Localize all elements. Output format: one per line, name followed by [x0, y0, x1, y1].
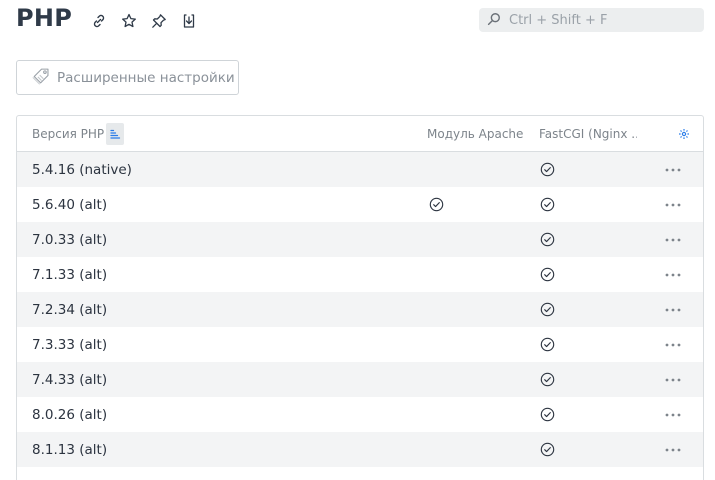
table-row[interactable]: 8.0.26 (alt)	[17, 397, 703, 432]
table-row[interactable]: 7.4.33 (alt)	[17, 362, 703, 397]
table-row[interactable]: 8.1.13 (alt)	[17, 432, 703, 467]
more-actions-icon[interactable]	[664, 432, 682, 467]
tag-icon	[31, 65, 53, 91]
search-icon	[487, 11, 501, 30]
more-actions-icon[interactable]	[664, 187, 682, 222]
table-row[interactable]: 5.4.16 (native)	[17, 152, 703, 187]
fastcgi-check-icon	[539, 362, 555, 397]
apache-check-icon	[428, 187, 444, 222]
more-actions-icon[interactable]	[664, 257, 682, 292]
pin-icon[interactable]	[148, 11, 170, 31]
table-row[interactable]: 7.0.33 (alt)	[17, 222, 703, 257]
column-header-version[interactable]: Версия PHP	[32, 116, 125, 152]
php-version: 7.2.34 (alt)	[32, 301, 108, 318]
search-input[interactable]	[509, 12, 699, 28]
table-row[interactable]: 7.3.33 (alt)	[17, 327, 703, 362]
php-versions-table: Версия PHP Модуль Apache FastCGI (Nginx …	[16, 115, 704, 480]
column-label-version: Версия PHP	[32, 127, 105, 141]
fastcgi-check-icon	[539, 397, 555, 432]
php-version: 7.3.33 (alt)	[32, 336, 108, 353]
more-actions-icon[interactable]	[664, 152, 682, 187]
php-version: 5.6.40 (alt)	[32, 196, 108, 213]
title-actions	[88, 11, 200, 31]
table-header: Версия PHP Модуль Apache FastCGI (Nginx …	[17, 116, 703, 152]
php-version: 7.0.33 (alt)	[32, 231, 108, 248]
sort-icon[interactable]	[106, 123, 125, 145]
php-version: 7.4.33 (alt)	[32, 371, 108, 388]
fastcgi-check-icon	[539, 432, 555, 467]
more-actions-icon[interactable]	[664, 327, 682, 362]
link-icon[interactable]	[88, 11, 110, 31]
table-row[interactable]: 7.2.34 (alt)	[17, 292, 703, 327]
table-row[interactable]: 5.6.40 (alt)	[17, 187, 703, 222]
column-header-apache[interactable]: Модуль Apache	[427, 116, 523, 152]
gear-icon[interactable]	[676, 116, 692, 152]
fastcgi-check-icon	[539, 292, 555, 327]
more-actions-icon[interactable]	[664, 222, 682, 257]
php-version: 5.4.16 (native)	[32, 161, 132, 178]
column-header-fastcgi[interactable]: FastCGI (Nginx ...	[539, 116, 637, 152]
more-actions-icon[interactable]	[664, 362, 682, 397]
php-version: 8.1.13 (alt)	[32, 441, 108, 458]
advanced-settings-label: Расширенные настройки	[57, 69, 235, 86]
fastcgi-check-icon	[539, 222, 555, 257]
download-icon[interactable]	[178, 11, 200, 31]
fastcgi-check-icon	[539, 187, 555, 222]
search-box[interactable]	[479, 8, 704, 32]
fastcgi-check-icon	[539, 257, 555, 292]
star-icon[interactable]	[118, 11, 140, 31]
advanced-settings-button[interactable]: Расширенные настройки	[16, 60, 239, 95]
more-actions-icon[interactable]	[664, 397, 682, 432]
fastcgi-check-icon	[539, 152, 555, 187]
table-body: 5.4.16 (native) 5.6.40 (alt) 7.0.33 (alt) 7…	[17, 152, 703, 467]
page-title: PHP	[16, 4, 73, 32]
php-version: 7.1.33 (alt)	[32, 266, 108, 283]
fastcgi-check-icon	[539, 327, 555, 362]
php-version: 8.0.26 (alt)	[32, 406, 108, 423]
more-actions-icon[interactable]	[664, 292, 682, 327]
table-row[interactable]: 7.1.33 (alt)	[17, 257, 703, 292]
